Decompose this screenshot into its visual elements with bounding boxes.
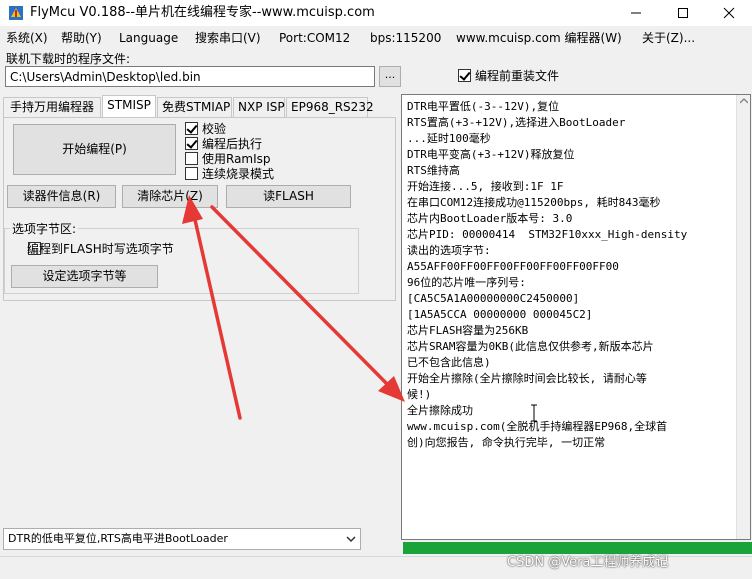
tab-stmisp[interactable]: STMISP [102, 95, 156, 117]
reload-checkbox[interactable] [458, 69, 471, 82]
run-after-checkbox[interactable] [185, 137, 198, 150]
verify-checkbox[interactable] [185, 122, 198, 135]
read-info-button[interactable]: 读器件信息(R) [7, 185, 116, 208]
minimize-icon [631, 12, 641, 14]
log-line: 候!) [407, 388, 432, 401]
read-flash-button[interactable]: 读FLASH [226, 185, 351, 208]
menu-system[interactable]: 系统(X) [6, 30, 48, 46]
menu-port[interactable]: Port:COM12 [279, 30, 350, 46]
flymcu-icon [9, 6, 23, 20]
menu-bar: 系统(X) 帮助(Y) Language 搜索串口(V) Port:COM12 … [0, 28, 752, 48]
log-line: RTS维持高 [407, 164, 460, 177]
continuous-label: 连续烧录模式 [202, 167, 275, 181]
reset-mode-select[interactable]: DTR的低电平复位,RTS高电平进BootLoader [3, 528, 361, 550]
option-byte-title: 选项字节区: [10, 220, 79, 237]
browse-button[interactable]: ... [379, 66, 401, 87]
reset-mode-value: DTR的低电平复位,RTS高电平进BootLoader [8, 532, 228, 545]
maximize-button[interactable] [660, 0, 706, 26]
maximize-icon [678, 8, 688, 18]
watermark: CSDN @Vera工程师养成记 [507, 555, 669, 570]
log-line: 开始全片擦除(全片擦除时间会比较长, 请耐心等 [407, 372, 647, 385]
log-line: ...延时100毫秒 [407, 132, 491, 145]
menu-help[interactable]: 帮助(Y) [61, 30, 102, 46]
log-line: 芯片SRAM容量为0KB(此信息仅供参考,新版本芯片 [407, 340, 654, 353]
log-line: www.mcuisp.com(全脱机手持编程器EP968,全球首 [407, 420, 668, 433]
log-line: DTR电平变高(+3-+12V)释放复位 [407, 148, 575, 161]
log-line: RTS置高(+3-+12V),选择进入BootLoader [407, 116, 626, 129]
i-beam-cursor-icon [531, 404, 537, 422]
erase-chip-button[interactable]: 清除芯片(Z) [122, 185, 218, 208]
log-line: 芯片内BootLoader版本号: 3.0 [407, 212, 573, 225]
write-option-label: 编程到FLASH时写选项字节 [27, 242, 174, 256]
log-output[interactable]: DTR电平置低(-3--12V),复位 RTS置高(+3-+12V),选择进入Bo… [401, 94, 751, 540]
log-line: 在串口COM12连接成功@115200bps, 耗时843毫秒 [407, 196, 661, 209]
minimize-button[interactable] [613, 0, 659, 26]
tab-handheld[interactable]: 手持万用编程器 [3, 97, 101, 117]
log-line: 读出的选项字节: [407, 244, 491, 257]
file-label: 联机下载时的程序文件: [6, 52, 131, 66]
title-bar: FlyMcu V0.188--单片机在线编程专家--www.mcuisp.com [0, 0, 752, 26]
continuous-checkbox[interactable] [185, 167, 198, 180]
log-line: 全片擦除成功 [407, 404, 473, 417]
menu-search-port[interactable]: 搜索串口(V) [195, 30, 261, 46]
log-text: DTR电平置低(-3--12V),复位 RTS置高(+3-+12V),选择进入Bo… [407, 99, 737, 451]
log-line: [CA5C5A1A00000000C2450000] [407, 292, 580, 305]
menu-language[interactable]: Language [119, 30, 178, 46]
log-line: 开始连接...5, 接收到:1F 1F [407, 180, 564, 193]
log-scrollbar[interactable] [736, 95, 750, 539]
scroll-up-icon[interactable] [740, 98, 748, 104]
ramisp-checkbox[interactable] [185, 152, 198, 165]
log-line: 已不包含此信息) [407, 356, 491, 369]
menu-bps[interactable]: bps:115200 [370, 30, 441, 46]
chevron-down-icon [346, 536, 356, 543]
start-program-button[interactable]: 开始编程(P) [13, 124, 176, 175]
set-option-button[interactable]: 设定选项字节等 [11, 265, 158, 288]
log-line: 96位的芯片唯一序列号: [407, 276, 526, 289]
file-path-input[interactable] [5, 66, 375, 87]
log-line: 创)向您报告, 命令执行完毕, 一切正常 [407, 436, 606, 449]
menu-programmer[interactable]: www.mcuisp.com 编程器(W) [456, 30, 622, 46]
log-line: 芯片FLASH容量为256KB [407, 324, 529, 337]
log-line: 芯片PID: 00000414 STM32F10xxx_High-density [407, 228, 688, 241]
menu-about[interactable]: 关于(Z)... [642, 30, 695, 46]
window-title: FlyMcu V0.188--单片机在线编程专家--www.mcuisp.com [30, 5, 375, 20]
close-button[interactable] [706, 0, 752, 26]
reload-label: 编程前重装文件 [475, 69, 560, 83]
close-icon [723, 7, 735, 19]
tab-stmiap[interactable]: 免费STMIAP [157, 97, 232, 117]
tab-nxp-isp[interactable]: NXP ISP [233, 97, 285, 117]
log-line: [1A5A5CCA 00000000 000045C2] [407, 308, 593, 321]
log-line: DTR电平置低(-3--12V),复位 [407, 100, 560, 113]
tab-ep968[interactable]: EP968_RS232 [286, 97, 374, 117]
log-line: A55AFF00FF00FF00FF00FF00FF00FF00 [407, 260, 619, 273]
